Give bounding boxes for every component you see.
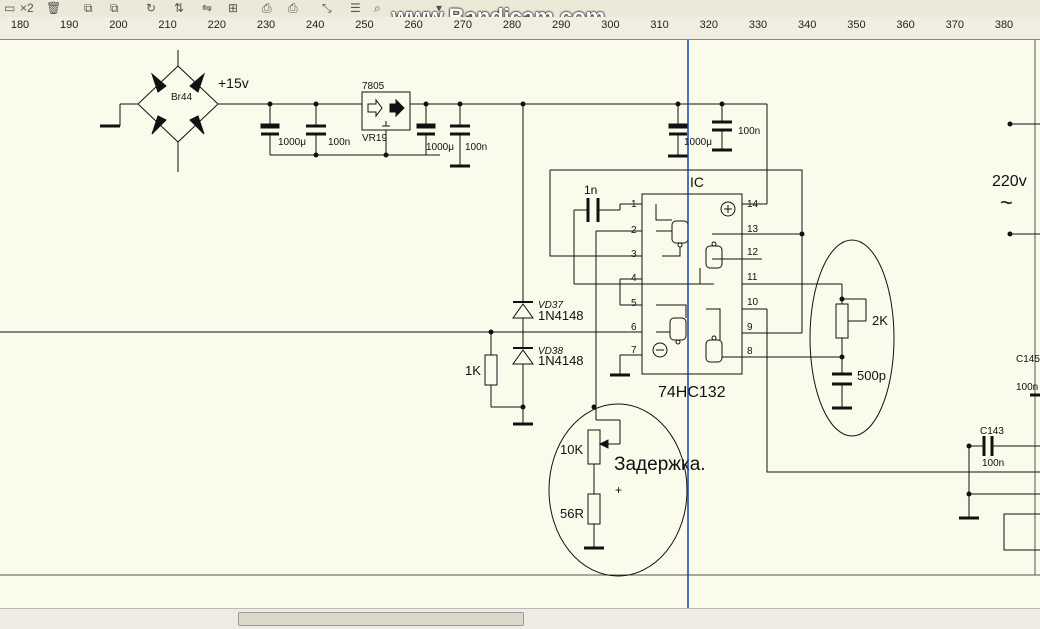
print-preview-icon[interactable]: ⎙ bbox=[288, 0, 298, 16]
capacitor-c2[interactable] bbox=[306, 104, 326, 155]
potentiometer-10k[interactable] bbox=[587, 407, 621, 494]
paste-icon[interactable]: ⧉ bbox=[110, 0, 119, 16]
capacitor-c5[interactable] bbox=[668, 104, 688, 158]
svg-text:3: 3 bbox=[631, 249, 637, 260]
cap-1n-label: 1n bbox=[584, 183, 597, 197]
cap-label: 100n bbox=[738, 126, 760, 137]
ic-left-pins bbox=[0, 203, 642, 356]
ic-label: IC bbox=[690, 174, 704, 190]
regulator-type: 7805 bbox=[362, 81, 385, 92]
zoom-out-icon[interactable]: ▭ bbox=[4, 0, 15, 16]
svg-text:8: 8 bbox=[747, 346, 753, 357]
svg-text:7: 7 bbox=[631, 345, 637, 356]
svg-text:5: 5 bbox=[631, 298, 637, 309]
capacitor-c6[interactable] bbox=[712, 104, 732, 152]
mains-symbol: ~ bbox=[1000, 190, 1013, 215]
resistor-1k-label: 1K bbox=[465, 363, 481, 378]
ruler-tick-label: 360 bbox=[896, 19, 915, 31]
ruler-tick-label: 350 bbox=[847, 19, 866, 31]
cap-label: 1000μ bbox=[426, 142, 454, 153]
ruler-tick-label: 320 bbox=[699, 19, 718, 31]
ruler-tick-label: 220 bbox=[207, 19, 226, 31]
diode-vd37[interactable] bbox=[512, 301, 534, 348]
svg-text:10: 10 bbox=[747, 297, 759, 308]
ruler-tick-label: 340 bbox=[798, 19, 817, 31]
list-icon[interactable]: ☰ bbox=[350, 0, 361, 16]
ruler-tick-label: 290 bbox=[552, 19, 571, 31]
bridge-rectifier[interactable] bbox=[100, 50, 219, 172]
regulator-name: VR19 bbox=[362, 133, 387, 144]
delete-icon[interactable]: 🗑 bbox=[46, 0, 61, 16]
align-icon[interactable]: ⇋ bbox=[202, 0, 212, 16]
ruler-tick-label: 210 bbox=[158, 19, 177, 31]
ic-pin-numbers: 12 34 56 78 910 1112 1314 bbox=[631, 199, 759, 357]
capacitor-1n[interactable] bbox=[586, 198, 621, 222]
svg-text:1: 1 bbox=[631, 199, 637, 210]
svg-text:6: 6 bbox=[631, 322, 637, 333]
svg-text:13: 13 bbox=[747, 224, 759, 235]
schematic-canvas[interactable]: Br44 +15v 1000μ 100n 7805 VR19 1000μ 100… bbox=[0, 40, 1040, 608]
c145-label: C145 bbox=[1016, 354, 1040, 365]
horizontal-ruler: 180 190 200 210 220 230 240 250 260 270 280 290 300 3… bbox=[0, 17, 1040, 40]
ruler-tick-label: 190 bbox=[60, 19, 79, 31]
mains-label: 220v bbox=[992, 173, 1027, 190]
svg-text:14: 14 bbox=[747, 199, 759, 210]
c143-value: 100n bbox=[982, 458, 1004, 469]
resistor-1k[interactable] bbox=[484, 332, 523, 408]
vd37-type: 1N4148 bbox=[538, 308, 584, 323]
ruler-tick-label: 260 bbox=[404, 19, 423, 31]
ruler-tick-label: 230 bbox=[256, 19, 276, 31]
grid-icon[interactable]: ⊞ bbox=[228, 0, 238, 16]
find-icon[interactable]: ⌕ bbox=[374, 0, 381, 16]
horizontal-scrollbar[interactable] bbox=[0, 608, 1040, 629]
ruler-tick-label: 270 bbox=[453, 19, 472, 31]
ruler-tick-label: 370 bbox=[945, 19, 964, 31]
net-icon[interactable]: ⤡ bbox=[322, 0, 332, 16]
voltage-regulator[interactable] bbox=[361, 91, 411, 155]
ruler-tick-label: 310 bbox=[650, 19, 669, 31]
potentiometer-2k[interactable] bbox=[835, 284, 867, 357]
pot-2k-label: 2K bbox=[872, 313, 888, 328]
capacitor-500p[interactable] bbox=[832, 357, 852, 410]
cap-label: 100n bbox=[328, 137, 350, 148]
nand-gates bbox=[655, 204, 742, 363]
scroll-thumb[interactable] bbox=[238, 612, 524, 626]
copy-icon[interactable]: ⧉ bbox=[84, 0, 93, 16]
capacitor-c1[interactable] bbox=[260, 104, 280, 155]
print-icon[interactable]: ⎙ bbox=[262, 0, 272, 16]
ruler-tick-label: 380 bbox=[994, 19, 1014, 31]
mirror-icon[interactable]: ⇅ bbox=[174, 0, 184, 16]
ruler-tick-label: 280 bbox=[502, 19, 522, 31]
ruler-tick-label: 250 bbox=[355, 19, 374, 31]
plus15v-label: +15v bbox=[218, 75, 249, 91]
cap-500p-label: 500p bbox=[857, 368, 886, 383]
ruler-tick-label: 300 bbox=[601, 19, 620, 31]
ruler-tick-label: 200 bbox=[109, 19, 128, 31]
svg-text:9: 9 bbox=[747, 322, 753, 333]
svg-text:4: 4 bbox=[631, 273, 637, 284]
cursor-crosshair: + bbox=[615, 483, 622, 497]
diode-vd38[interactable] bbox=[512, 347, 534, 426]
svg-text:11: 11 bbox=[747, 272, 758, 283]
cap-label: 1000μ bbox=[278, 137, 306, 148]
svg-text:2: 2 bbox=[631, 225, 637, 236]
capacitor-c4[interactable] bbox=[450, 104, 470, 168]
ruler-tick-label: 180 bbox=[10, 19, 30, 31]
c143-label: C143 bbox=[980, 426, 1004, 437]
ruler-tick-label: 330 bbox=[748, 19, 768, 31]
cap-label: 100n bbox=[465, 142, 487, 153]
zoom-label[interactable]: ×2 bbox=[20, 0, 34, 16]
ruler-tick-label: 240 bbox=[306, 19, 325, 31]
svg-text:12: 12 bbox=[747, 247, 759, 258]
c145-value: 100n bbox=[1016, 382, 1038, 393]
vd38-type: 1N4148 bbox=[538, 353, 584, 368]
bridge-label: Br44 bbox=[171, 92, 193, 103]
resistor-56r-label: 56R bbox=[560, 506, 584, 521]
rotate-icon[interactable]: ↻ bbox=[146, 0, 156, 16]
delay-label: Задержка. bbox=[614, 454, 706, 475]
pot-10k-label: 10K bbox=[560, 442, 583, 457]
junctions bbox=[267, 101, 1013, 497]
resistor-56r[interactable] bbox=[584, 493, 604, 550]
ic-part: 74HC132 bbox=[658, 384, 726, 401]
